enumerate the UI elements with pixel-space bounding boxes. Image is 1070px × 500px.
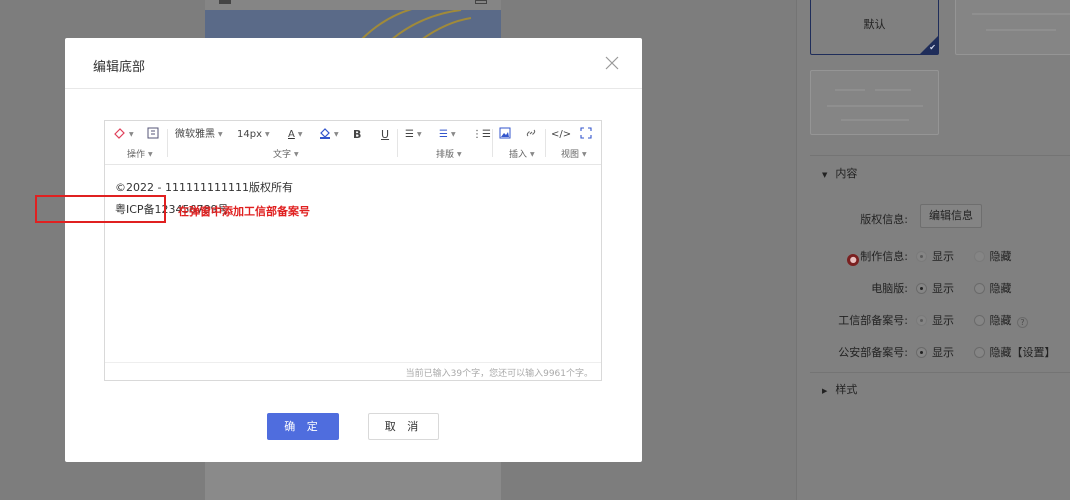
fullscreen-icon[interactable] xyxy=(580,127,592,143)
police-settings-link[interactable]: 【设置】 xyxy=(1012,346,1056,359)
maker-show-radio[interactable]: 显示 xyxy=(916,250,954,263)
font-family-select[interactable]: 微软雅黑 ▼ xyxy=(175,127,223,143)
caret-down-icon: ▼ xyxy=(822,171,828,179)
badge-icon: ● xyxy=(847,254,860,266)
rich-text-editor[interactable]: ▼ 操作 ▼ 微软雅黑 ▼ 14px ▼ A ▼ ▼ B U 文字 ▼ ☰ ▼ ☰ ▼ ⋮☰ … xyxy=(104,120,602,381)
format-painter-icon[interactable] xyxy=(147,127,159,143)
list-icon[interactable]: ⋮☰ xyxy=(472,127,491,143)
group-view: 视图 ▼ xyxy=(561,150,587,160)
group-operate: 操作 ▼ xyxy=(127,150,153,160)
template-card-default[interactable]: 默认 ✔ xyxy=(810,0,939,55)
code-view-button[interactable]: </> xyxy=(551,127,571,143)
editor-status-bar: 当前已输入39个字，您还可以输入9961个字。 xyxy=(105,362,601,380)
menu-icon xyxy=(219,0,231,4)
pc-hide-radio[interactable]: 隐藏 xyxy=(973,282,1012,295)
group-text: 文字 ▼ xyxy=(273,150,299,160)
image-icon[interactable] xyxy=(499,127,511,143)
bold-button[interactable]: B xyxy=(353,127,361,143)
row-maker-info: ● 制作信息: 显示 隐藏 xyxy=(810,245,1070,266)
cancel-button[interactable]: 取 消 xyxy=(368,413,439,440)
link-icon[interactable] xyxy=(525,127,537,143)
police-hide-radio[interactable]: 隐藏 xyxy=(973,346,1012,359)
close-icon[interactable] xyxy=(604,55,620,71)
check-icon: ✔ xyxy=(929,43,936,52)
dialog-header: 编辑底部 xyxy=(65,38,642,89)
template-card-2[interactable] xyxy=(955,0,1070,55)
row-miit-record: 工信部备案号: 显示 隐藏 ? xyxy=(810,309,1070,329)
indent-icon[interactable]: ☰ ▼ xyxy=(439,127,456,143)
miit-show-radio[interactable]: 显示 xyxy=(916,314,954,327)
preview-banner-image xyxy=(205,10,501,40)
row-pc-version: 电脑版: 显示 隐藏 xyxy=(871,282,1012,295)
pc-show-radio[interactable]: 显示 xyxy=(916,282,954,295)
confirm-button[interactable]: 确 定 xyxy=(267,413,339,440)
text-color-button[interactable]: A ▼ xyxy=(288,127,302,143)
eraser-icon[interactable]: ▼ xyxy=(114,127,134,143)
editor-toolbar: ▼ 操作 ▼ 微软雅黑 ▼ 14px ▼ A ▼ ▼ B U 文字 ▼ ☰ ▼ ☰ ▼ ⋮☰ … xyxy=(105,121,601,165)
annotation-note: 在弹窗中添加工信部备案号 xyxy=(178,205,310,218)
edit-info-button[interactable]: 编辑信息 xyxy=(920,204,982,228)
banner-curves-icon xyxy=(360,10,471,40)
square-icon xyxy=(475,0,487,4)
editor-copyright-line[interactable]: ©2022 - 111111111111版权所有 xyxy=(115,179,293,195)
template-card-3[interactable] xyxy=(810,70,939,135)
template-default-label: 默认 xyxy=(863,18,886,31)
maker-hide-radio[interactable]: 隐藏 xyxy=(973,250,1012,263)
police-show-radio[interactable]: 显示 xyxy=(916,346,954,359)
highlight-box xyxy=(35,195,166,223)
group-layout: 排版 ▼ xyxy=(436,150,462,160)
dialog-title: 编辑底部 xyxy=(93,60,146,75)
miit-hide-radio[interactable]: 隐藏 xyxy=(973,314,1012,327)
row-police-record: 公安部备案号: 显示 隐藏【设置】 xyxy=(838,346,1056,359)
align-icon[interactable]: ☰ ▼ xyxy=(405,127,422,143)
caret-right-icon: ▶ xyxy=(822,387,828,395)
edit-footer-dialog: 编辑底部 ▼ 操作 ▼ 微软雅黑 ▼ 14px ▼ A ▼ ▼ B U 文字 ▼ ☰ ▼ xyxy=(65,38,642,462)
underline-button[interactable]: U xyxy=(381,127,389,143)
font-size-select[interactable]: 14px ▼ xyxy=(237,127,270,143)
fill-color-icon[interactable]: ▼ xyxy=(319,127,339,143)
group-insert: 插入 ▼ xyxy=(509,150,535,160)
char-counter: 当前已输入39个字，您还可以输入9961个字。 xyxy=(405,369,593,379)
section-style-header[interactable]: ▶ 样式 xyxy=(822,381,857,397)
help-icon[interactable]: ? xyxy=(1017,317,1028,328)
section-content-header[interactable]: ▼ 内容 xyxy=(822,165,857,181)
